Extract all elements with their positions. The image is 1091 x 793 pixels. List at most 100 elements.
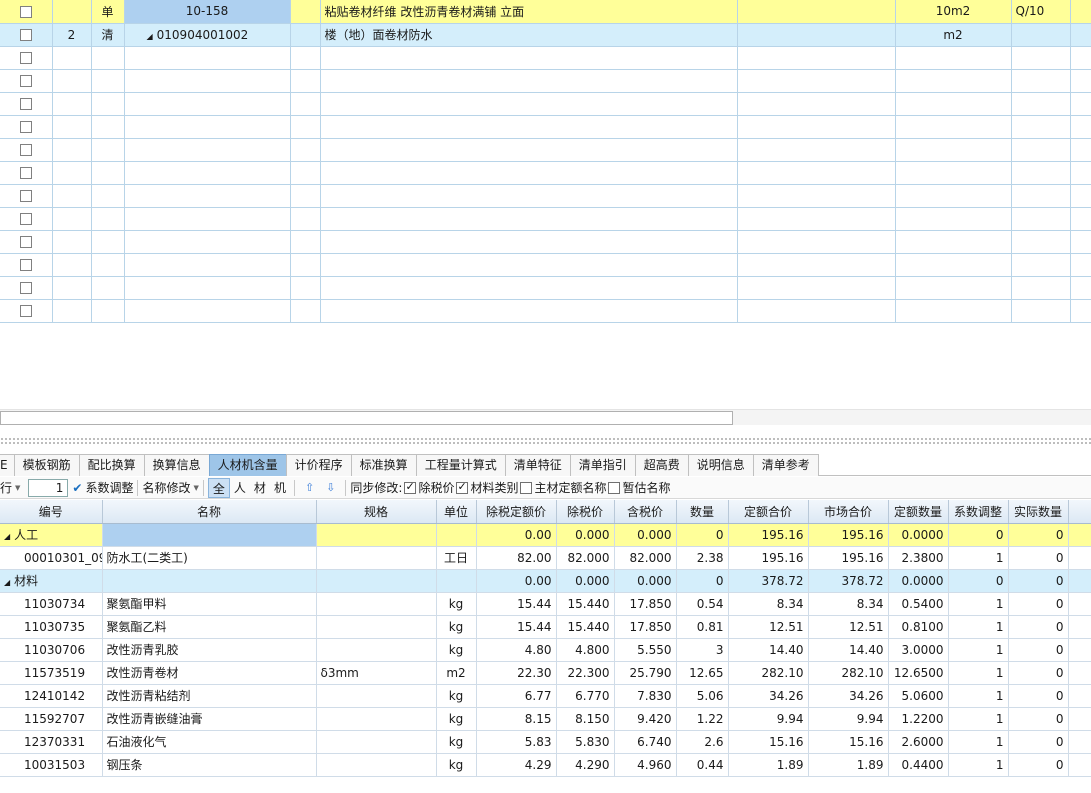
cell-ex-tax[interactable]: 22.300 bbox=[556, 661, 615, 685]
column-header[interactable]: 定额合价 bbox=[728, 500, 809, 524]
column-header[interactable]: 除税定额价 bbox=[476, 500, 557, 524]
cell-qty[interactable]: 2.38 bbox=[676, 546, 729, 570]
cell-unit[interactable]: 工日 bbox=[436, 546, 477, 570]
tab-10[interactable]: 超高费 bbox=[634, 454, 689, 476]
empty-cell[interactable] bbox=[1070, 299, 1091, 323]
filter-0[interactable]: 全 bbox=[207, 477, 230, 498]
item-name-cell[interactable]: 粘贴卷材纤维 改性沥青卷材满铺 立面 bbox=[320, 0, 738, 24]
move-down-icon[interactable]: ⇩ bbox=[326, 481, 335, 494]
cell-quota-qty[interactable]: 5.0600 bbox=[888, 684, 949, 708]
cell-quota-qty[interactable]: 3.0000 bbox=[888, 638, 949, 662]
row-select-cell[interactable] bbox=[0, 253, 53, 277]
empty-cell[interactable] bbox=[52, 115, 92, 139]
cell-quota-qty[interactable]: 2.3800 bbox=[888, 546, 949, 570]
tab-2[interactable]: 配比换算 bbox=[78, 454, 145, 476]
cell-spec[interactable] bbox=[316, 569, 437, 593]
empty-cell[interactable] bbox=[124, 115, 291, 139]
tab-3[interactable]: 换算信息 bbox=[143, 454, 210, 476]
empty-cell[interactable] bbox=[320, 184, 738, 208]
empty-cell[interactable] bbox=[895, 138, 1012, 162]
empty-cell[interactable] bbox=[895, 230, 1012, 254]
cell-name[interactable]: 防水工(二类工) bbox=[102, 546, 317, 570]
tab-7[interactable]: 工程量计算式 bbox=[415, 454, 506, 476]
empty-row[interactable] bbox=[0, 207, 1091, 231]
row-select-cell[interactable] bbox=[0, 230, 53, 254]
empty-cell[interactable] bbox=[320, 46, 738, 70]
cell-in-tax[interactable]: 4.960 bbox=[614, 753, 677, 777]
cell-qty[interactable]: 0.81 bbox=[676, 615, 729, 639]
empty-cell[interactable] bbox=[320, 253, 738, 277]
empty-cell[interactable] bbox=[1011, 276, 1071, 300]
empty-cell[interactable] bbox=[52, 230, 92, 254]
cell-quota-total[interactable]: 14.40 bbox=[728, 638, 809, 662]
cell-actual[interactable]: 0 bbox=[1008, 569, 1069, 593]
empty-cell[interactable] bbox=[1011, 184, 1071, 208]
cell-name[interactable] bbox=[102, 569, 317, 593]
chevron-down-icon[interactable]: ▼ bbox=[15, 484, 20, 492]
cell-quota-total[interactable]: 15.16 bbox=[728, 730, 809, 754]
item-blank-cell[interactable] bbox=[737, 23, 896, 47]
item-blank-cell[interactable] bbox=[1070, 23, 1091, 47]
empty-cell[interactable] bbox=[895, 207, 1012, 231]
row-count-input[interactable]: 1 bbox=[28, 478, 69, 497]
row-checkbox[interactable] bbox=[19, 213, 32, 225]
empty-cell[interactable] bbox=[1070, 207, 1091, 231]
empty-cell[interactable] bbox=[124, 299, 291, 323]
empty-cell[interactable] bbox=[91, 69, 125, 93]
empty-cell[interactable] bbox=[91, 184, 125, 208]
cell-quota-total[interactable]: 195.16 bbox=[728, 523, 809, 547]
cell-ex-tax[interactable]: 0.000 bbox=[556, 523, 615, 547]
empty-cell[interactable] bbox=[290, 92, 321, 116]
cell-name[interactable]: 钢压条 bbox=[102, 753, 317, 777]
cell-coef[interactable]: 1 bbox=[948, 753, 1009, 777]
row-select-cell[interactable] bbox=[0, 299, 53, 323]
cell-quota-price[interactable]: 8.15 bbox=[476, 707, 557, 731]
resource-row[interactable]: 12370331 石油液化气 kg 5.83 5.830 6.740 2.6 15.16 15.… bbox=[0, 730, 1091, 754]
tab-12[interactable]: 清单参考 bbox=[752, 454, 819, 476]
row-checkbox[interactable] bbox=[19, 98, 32, 110]
cell-ex-tax[interactable]: 15.440 bbox=[556, 615, 615, 639]
row-checkbox[interactable] bbox=[19, 75, 32, 87]
cell-quota-price[interactable]: 0.00 bbox=[476, 523, 557, 547]
cell-market-total[interactable]: 15.16 bbox=[808, 730, 889, 754]
empty-cell[interactable] bbox=[91, 276, 125, 300]
empty-cell[interactable] bbox=[895, 69, 1012, 93]
cell-spec[interactable] bbox=[316, 592, 437, 616]
column-header[interactable]: 名称 bbox=[102, 500, 317, 524]
tab-4[interactable]: 人材机含量 bbox=[208, 454, 287, 476]
item-type-cell[interactable]: 清 bbox=[91, 23, 125, 47]
cell-quota-price[interactable]: 4.29 bbox=[476, 753, 557, 777]
filter-1[interactable]: 人 bbox=[230, 478, 250, 498]
empty-cell[interactable] bbox=[290, 69, 321, 93]
empty-row[interactable] bbox=[0, 115, 1091, 139]
empty-cell[interactable] bbox=[1070, 46, 1091, 70]
panel-splitter[interactable] bbox=[0, 437, 1091, 445]
empty-cell[interactable] bbox=[52, 253, 92, 277]
cell-in-tax[interactable]: 9.420 bbox=[614, 707, 677, 731]
empty-cell[interactable] bbox=[52, 46, 92, 70]
empty-cell[interactable] bbox=[895, 276, 1012, 300]
empty-cell[interactable] bbox=[52, 276, 92, 300]
row-select-cell[interactable] bbox=[0, 92, 53, 116]
group-row[interactable]: ◢ 材料 0.00 0.000 0.000 0 378.72 378.72 0.0000 0 0 bbox=[0, 569, 1091, 593]
filter-3[interactable]: 机 bbox=[270, 478, 290, 498]
empty-cell[interactable] bbox=[737, 138, 896, 162]
empty-cell[interactable] bbox=[1011, 115, 1071, 139]
cell-actual[interactable]: 0 bbox=[1008, 707, 1069, 731]
cell-quota-total[interactable]: 195.16 bbox=[728, 546, 809, 570]
empty-cell[interactable] bbox=[91, 115, 125, 139]
cell-quota-qty[interactable]: 12.6500 bbox=[888, 661, 949, 685]
filter-2[interactable]: 材 bbox=[250, 478, 270, 498]
cell-ex-tax[interactable]: 8.150 bbox=[556, 707, 615, 731]
item-no-cell[interactable]: 2 bbox=[52, 23, 92, 47]
empty-cell[interactable] bbox=[124, 92, 291, 116]
cell-code[interactable]: 12410142 bbox=[0, 684, 103, 708]
empty-cell[interactable] bbox=[320, 276, 738, 300]
scrollbar-thumb[interactable] bbox=[0, 411, 733, 425]
cell-quota-total[interactable]: 282.10 bbox=[728, 661, 809, 685]
cell-actual[interactable]: 0 bbox=[1008, 523, 1069, 547]
cell-actual[interactable]: 0 bbox=[1008, 730, 1069, 754]
group-row[interactable]: ◢ 人工 0.00 0.000 0.000 0 195.16 195.16 0.0000 0 0 bbox=[0, 523, 1091, 547]
cell-quota-qty[interactable]: 0.0000 bbox=[888, 569, 949, 593]
empty-cell[interactable] bbox=[52, 161, 92, 185]
